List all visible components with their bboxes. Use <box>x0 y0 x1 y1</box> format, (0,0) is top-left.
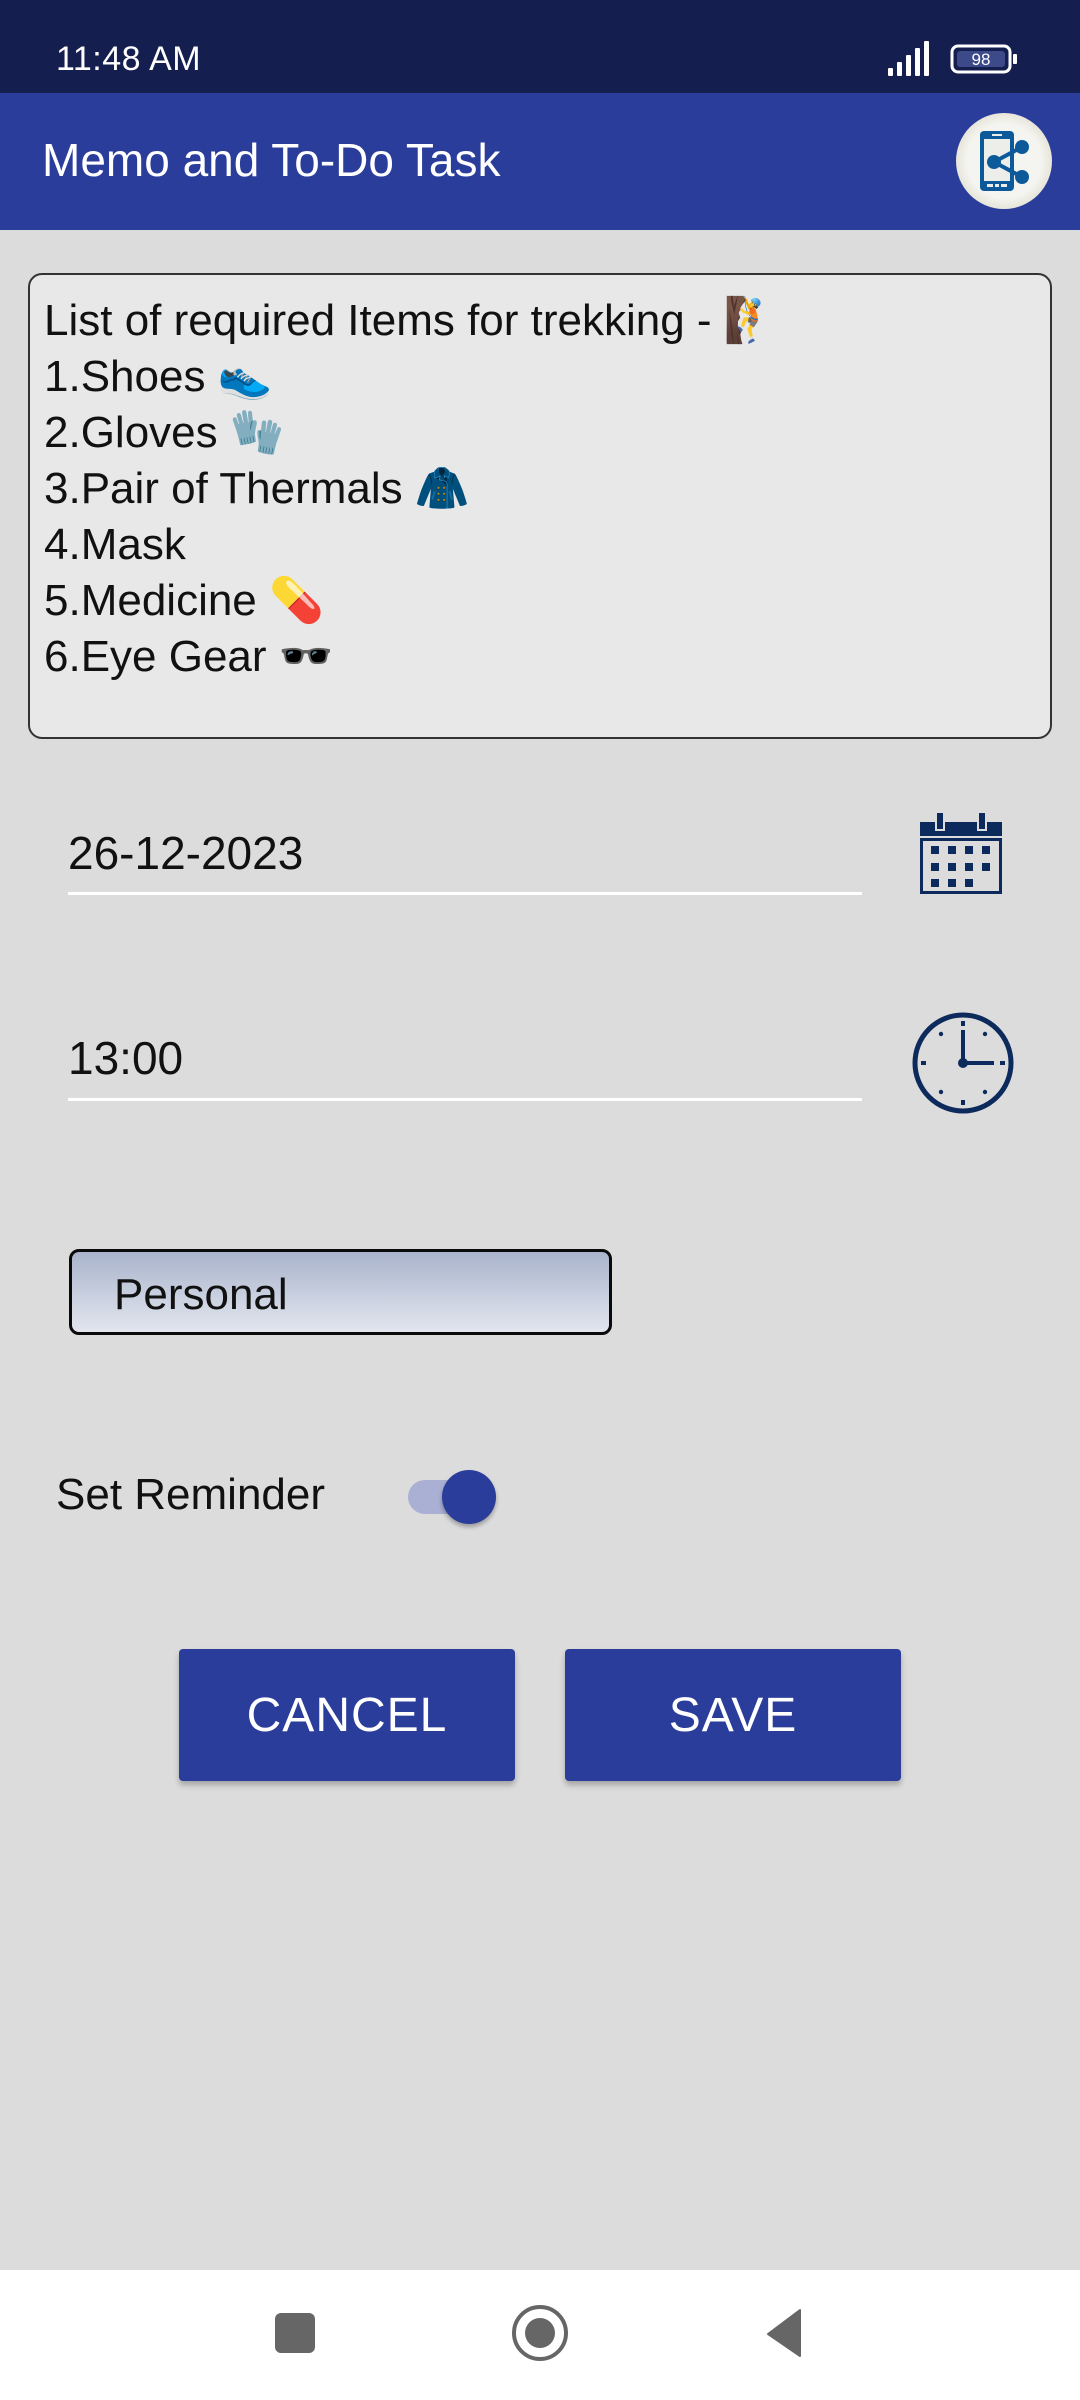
memo-line: 4.Mask <box>44 520 186 569</box>
home-icon <box>512 2305 568 2361</box>
share-icon <box>980 131 1029 191</box>
time-value: 13:00 <box>68 1032 184 1084</box>
save-button[interactable]: SAVE <box>565 1649 901 1781</box>
app-title: Memo and To-Do Task <box>42 134 501 186</box>
recents-button[interactable] <box>260 2298 330 2368</box>
app-bar: Memo and To-Do Task <box>0 93 1080 230</box>
back-icon <box>767 2309 801 2357</box>
memo-line: 6.Eye Gear 🕶️ <box>44 632 334 681</box>
memo-line: 5.Medicine 💊 <box>44 576 324 625</box>
recents-icon <box>275 2313 315 2353</box>
time-field[interactable]: 13:00 <box>68 1031 862 1103</box>
calendar-icon <box>920 811 1002 894</box>
system-nav-bar <box>0 2270 1080 2400</box>
time-underline <box>68 1098 862 1101</box>
toggle-thumb <box>442 1470 496 1524</box>
battery-icon: 98 <box>950 44 1017 74</box>
memo-line: 1.Shoes 👟 <box>44 352 273 401</box>
status-bar: 11:48 AM 98 <box>0 0 1080 93</box>
date-underline <box>68 892 862 895</box>
reminder-toggle[interactable] <box>406 1468 498 1526</box>
battery-level: 98 <box>972 50 991 69</box>
memo-line: List of required Items for trekking - 🧗 <box>44 296 779 345</box>
clock-button[interactable] <box>910 1010 1016 1116</box>
category-selected-value: Personal <box>114 1270 288 1319</box>
home-button[interactable] <box>505 2298 575 2368</box>
status-time: 11:48 AM <box>56 40 202 78</box>
cancel-button[interactable]: CANCEL <box>179 1649 515 1781</box>
back-button[interactable] <box>750 2298 820 2368</box>
reminder-label: Set Reminder <box>56 1470 326 1519</box>
memo-line: 2.Gloves 🧤 <box>44 408 285 457</box>
memo-textarea[interactable]: List of required Items for trekking - 🧗 … <box>28 273 1052 739</box>
category-dropdown[interactable]: Personal <box>69 1249 612 1335</box>
share-button[interactable] <box>956 113 1052 209</box>
calendar-button[interactable] <box>916 808 1006 898</box>
date-field[interactable]: 26-12-2023 <box>68 826 862 896</box>
signal-icon <box>888 41 929 76</box>
clock-icon <box>912 1012 1014 1114</box>
date-value: 26-12-2023 <box>68 827 304 879</box>
memo-line: 3.Pair of Thermals 🧥 <box>44 464 470 513</box>
